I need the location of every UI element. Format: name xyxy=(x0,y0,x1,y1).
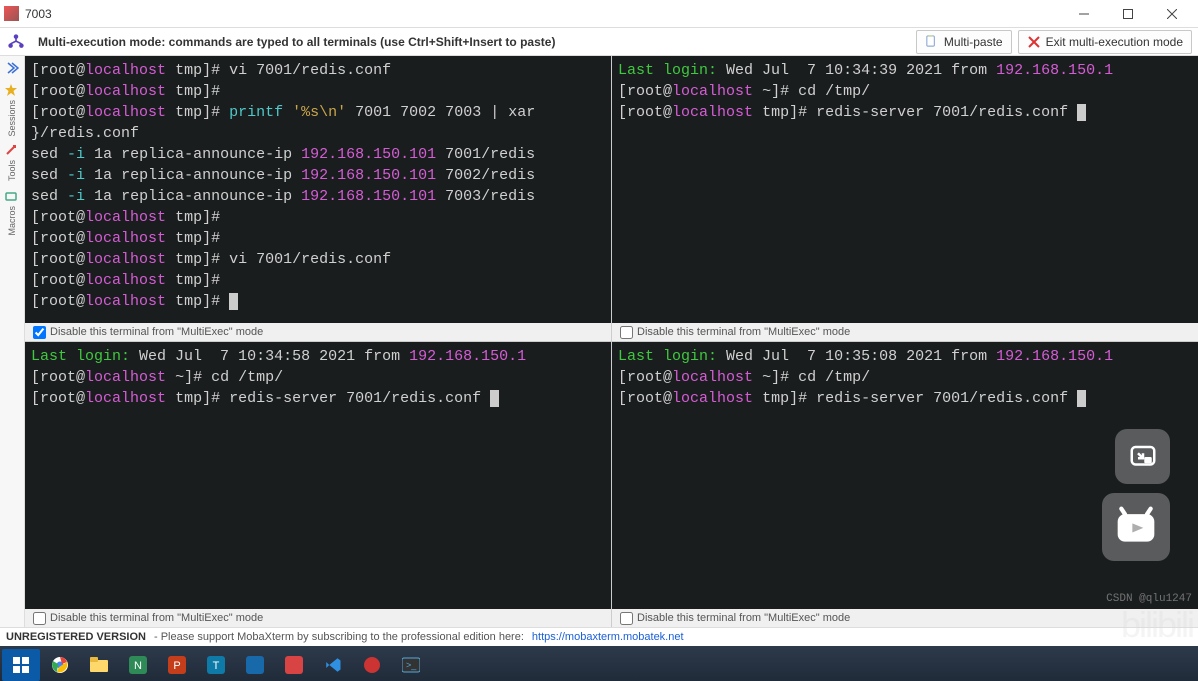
terminal-pane-1: Last login: Wed Jul 7 10:34:39 2021 from… xyxy=(612,56,1198,341)
svg-text:P: P xyxy=(173,660,180,672)
taskbar-app-2[interactable]: T xyxy=(197,649,235,681)
disable-label: Disable this terminal from "MultiExec" m… xyxy=(637,612,850,624)
taskbar-app-1[interactable]: N xyxy=(119,649,157,681)
maximize-button[interactable] xyxy=(1106,0,1150,27)
tools-icon xyxy=(5,144,19,158)
disable-bar-1: Disable this terminal from "MultiExec" m… xyxy=(612,323,1198,341)
disable-checkbox-1[interactable] xyxy=(620,326,633,339)
terminal-0[interactable]: [root@localhost tmp]# vi 7001/redis.conf… xyxy=(25,56,611,323)
toolbar: Multi-execution mode: commands are typed… xyxy=(0,28,1198,56)
taskbar-chrome[interactable] xyxy=(41,649,79,681)
disable-bar-0: Disable this terminal from "MultiExec" m… xyxy=(25,323,611,341)
disable-bar-3: Disable this terminal from "MultiExec" m… xyxy=(612,609,1198,627)
disable-checkbox-0[interactable] xyxy=(33,326,46,339)
multiexec-icon xyxy=(6,32,26,52)
close-icon xyxy=(1027,35,1041,49)
taskbar: N P T >_ xyxy=(0,646,1198,681)
cursor xyxy=(1077,390,1086,407)
cursor xyxy=(1077,104,1086,121)
left-sidebar: Sessions Tools Macros xyxy=(0,56,25,627)
status-bar: UNREGISTERED VERSION - Please support Mo… xyxy=(0,627,1198,646)
terminal-1[interactable]: Last login: Wed Jul 7 10:34:39 2021 from… xyxy=(612,56,1198,323)
macros-icon xyxy=(5,190,19,204)
taskbar-powerpoint[interactable]: P xyxy=(158,649,196,681)
disable-label: Disable this terminal from "MultiExec" m… xyxy=(50,326,263,338)
app-icon xyxy=(4,6,19,21)
svg-text:N: N xyxy=(134,660,142,672)
cursor xyxy=(229,293,238,310)
svg-text:>_: >_ xyxy=(406,660,417,670)
disable-checkbox-3[interactable] xyxy=(620,612,633,625)
sidebar-item-sessions[interactable]: Sessions xyxy=(0,80,24,140)
disable-label: Disable this terminal from "MultiExec" m… xyxy=(637,326,850,338)
terminal-2[interactable]: Last login: Wed Jul 7 10:34:58 2021 from… xyxy=(25,342,611,609)
terminal-pane-0: [root@localhost tmp]# vi 7001/redis.conf… xyxy=(25,56,611,341)
multi-paste-label: Multi-paste xyxy=(944,35,1003,49)
minimize-button[interactable] xyxy=(1062,0,1106,27)
taskbar-mobaxterm[interactable]: >_ xyxy=(392,649,430,681)
close-button[interactable] xyxy=(1150,0,1194,27)
sidebar-item-tools[interactable]: Tools xyxy=(0,140,24,186)
video-expand-overlay[interactable] xyxy=(1115,429,1170,484)
taskbar-explorer[interactable] xyxy=(80,649,118,681)
sidebar-item-macros[interactable]: Macros xyxy=(0,186,24,240)
watermark: CSDN @qlu1247 xyxy=(1106,592,1192,607)
mobaxterm-link[interactable]: https://mobaxterm.mobatek.net xyxy=(532,631,684,643)
video-play-overlay[interactable] xyxy=(1102,493,1170,561)
svg-text:T: T xyxy=(213,660,220,672)
taskbar-app-5[interactable] xyxy=(353,649,391,681)
support-label: - Please support MobaXterm by subscribin… xyxy=(154,631,524,643)
exit-multiexec-button[interactable]: Exit multi-execution mode xyxy=(1018,30,1192,54)
multiexec-mode-label: Multi-execution mode: commands are typed… xyxy=(38,35,910,49)
title-bar: 7003 xyxy=(0,0,1198,28)
disable-label: Disable this terminal from "MultiExec" m… xyxy=(50,612,263,624)
multi-paste-button[interactable]: Multi-paste xyxy=(916,30,1012,54)
disable-checkbox-2[interactable] xyxy=(33,612,46,625)
terminal-pane-2: Last login: Wed Jul 7 10:34:58 2021 from… xyxy=(25,342,611,627)
disable-bar-2: Disable this terminal from "MultiExec" m… xyxy=(25,609,611,627)
unregistered-label: UNREGISTERED VERSION xyxy=(6,631,146,643)
taskbar-start[interactable] xyxy=(2,649,40,681)
taskbar-app-4[interactable] xyxy=(275,649,313,681)
sidebar-toggle[interactable] xyxy=(0,56,24,80)
terminal-grid: [root@localhost tmp]# vi 7001/redis.conf… xyxy=(25,56,1198,627)
terminal-3[interactable]: Last login: Wed Jul 7 10:35:08 2021 from… xyxy=(612,342,1198,609)
workspace: Sessions Tools Macros [root@localhost tm… xyxy=(0,56,1198,627)
cursor xyxy=(490,390,499,407)
window-title: 7003 xyxy=(25,7,1062,21)
star-icon xyxy=(5,84,19,98)
terminal-pane-3: Last login: Wed Jul 7 10:35:08 2021 from… xyxy=(612,342,1198,627)
exit-multiexec-label: Exit multi-execution mode xyxy=(1046,35,1183,49)
taskbar-vscode[interactable] xyxy=(314,649,352,681)
paste-icon xyxy=(925,35,939,49)
taskbar-app-3[interactable] xyxy=(236,649,274,681)
